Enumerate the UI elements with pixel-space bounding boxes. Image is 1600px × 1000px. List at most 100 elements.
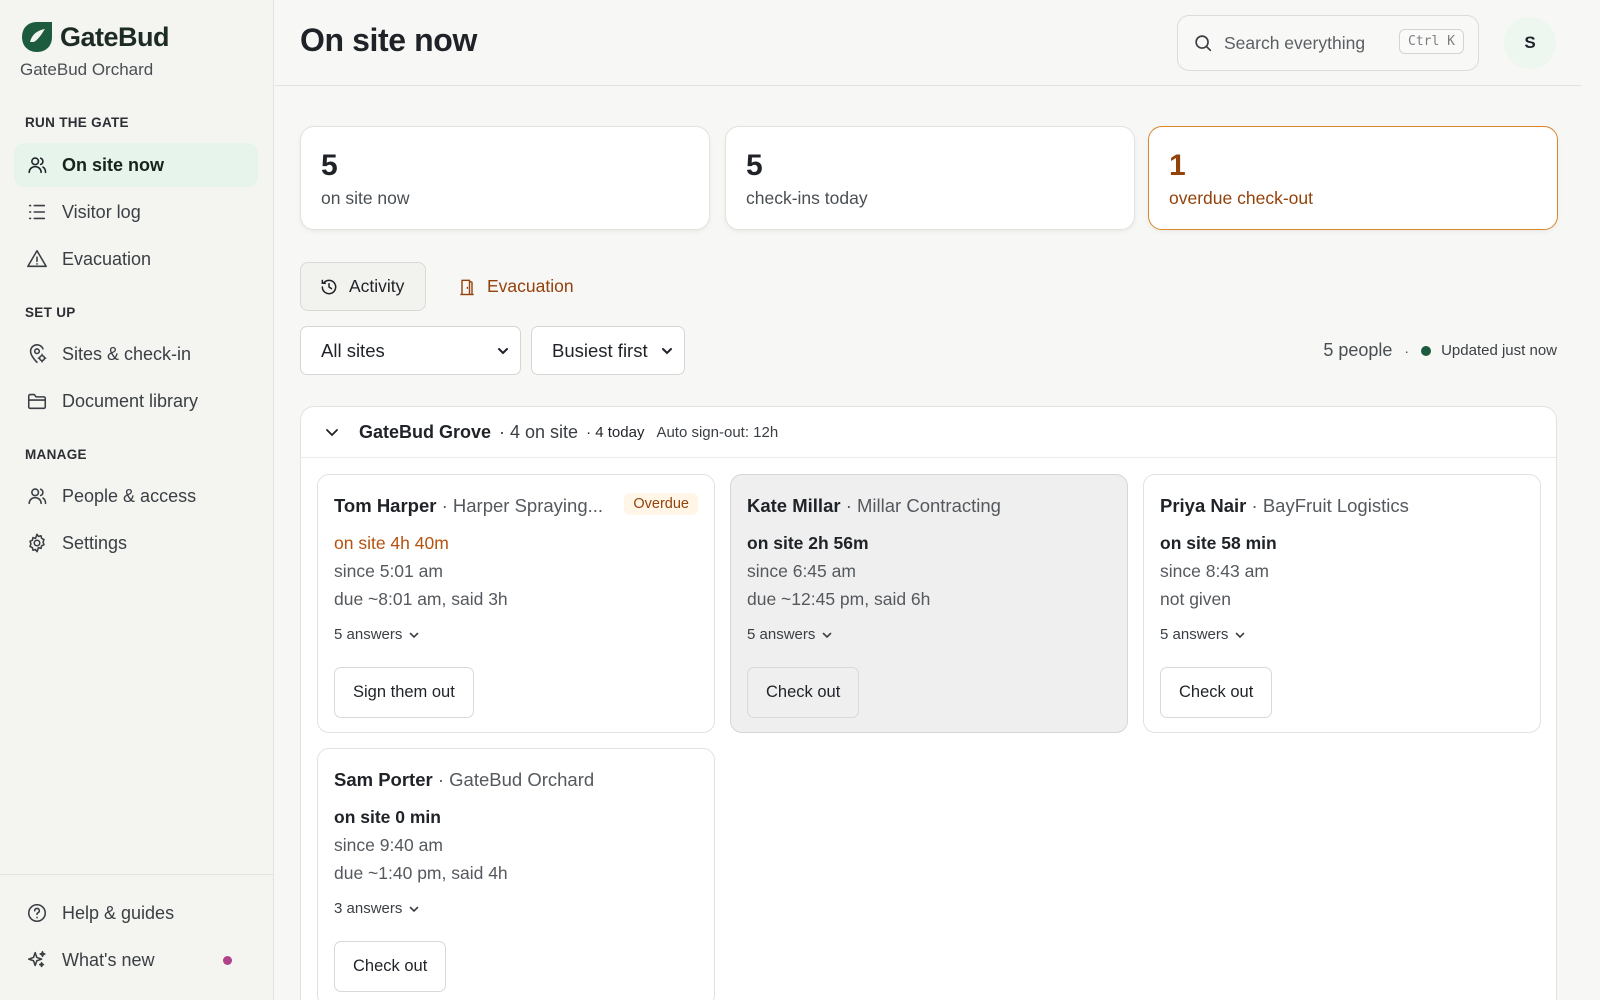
visitor-name: Tom Harper bbox=[334, 495, 437, 516]
page-header: On site now Search everything Ctrl K S bbox=[275, 0, 1581, 86]
sidebar-item-sites-check-in[interactable]: Sites & check-in bbox=[14, 332, 258, 376]
sort-select[interactable]: Busiest first bbox=[531, 326, 685, 375]
stat-card-on-site[interactable]: 5 on site now bbox=[300, 126, 710, 230]
check-out-button[interactable]: Check out bbox=[334, 941, 447, 992]
visitor-card: Sam Porter · GateBud Orchard on site 0 m… bbox=[317, 748, 715, 1000]
sidebar-item-whats-new[interactable]: What's new bbox=[14, 938, 258, 982]
sidebar-footer: Help & guides What's new bbox=[0, 874, 274, 1000]
nav-section-set-up: SET UP bbox=[25, 305, 76, 320]
page-title: On site now bbox=[300, 22, 477, 58]
chevron-down-icon bbox=[410, 906, 419, 912]
visitor-name: Sam Porter bbox=[334, 769, 433, 790]
stat-value: 5 bbox=[746, 149, 763, 182]
site-group-gatebud-grove: GateBud Grove · 4 on site · 4 today Auto… bbox=[300, 406, 1557, 1000]
overdue-badge: Overdue bbox=[624, 493, 698, 515]
location-gear-icon bbox=[29, 344, 47, 364]
visitor-due: due ~1:40 pm, said 4h bbox=[334, 863, 508, 883]
visitor-company: · BayFruit Logistics bbox=[1251, 495, 1409, 516]
tab-activity[interactable]: Activity bbox=[300, 262, 426, 311]
visitor-due: not given bbox=[1160, 589, 1232, 609]
people-icon bbox=[28, 157, 47, 174]
stat-value: 5 bbox=[321, 149, 338, 182]
visitor-title: Sam Porter · GateBud Orchard bbox=[334, 769, 714, 791]
search-input[interactable]: Search everything Ctrl K bbox=[1177, 15, 1479, 71]
site-name: GateBud Grove bbox=[359, 421, 492, 442]
answers-toggle[interactable]: 5 answers bbox=[1160, 626, 1540, 643]
sidebar-item-label: People & access bbox=[62, 485, 197, 506]
sidebar-item-label: Help & guides bbox=[62, 902, 175, 923]
visitor-card: Priya Nair · BayFruit Logistics on site … bbox=[1143, 474, 1541, 733]
stat-value: 1 bbox=[1169, 149, 1186, 182]
stat-card-check-ins[interactable]: 5 check-ins today bbox=[725, 126, 1135, 230]
gear-icon bbox=[29, 533, 45, 553]
exit-door-icon bbox=[460, 279, 474, 295]
visitor-since: since 5:01 am bbox=[334, 561, 443, 581]
stat-card-overdue[interactable]: 1 overdue check-out bbox=[1148, 126, 1558, 230]
answers-toggle[interactable]: 3 answers bbox=[334, 900, 714, 917]
answers-label: 3 answers bbox=[334, 900, 403, 917]
site-filter-value: All sites bbox=[321, 339, 385, 361]
live-status-dot bbox=[1421, 345, 1432, 356]
sidebar-item-people-access[interactable]: People & access bbox=[14, 474, 258, 518]
visitor-since: since 8:43 am bbox=[1160, 561, 1269, 581]
stat-label: overdue check-out bbox=[1169, 188, 1313, 208]
sidebar-item-settings[interactable]: Settings bbox=[14, 521, 258, 565]
check-out-button[interactable]: Check out bbox=[747, 667, 860, 718]
visitor-company: · GateBud Orchard bbox=[437, 769, 595, 790]
check-out-button[interactable]: Check out bbox=[1160, 667, 1273, 718]
gatebud-logo-icon bbox=[22, 22, 52, 52]
avatar[interactable]: S bbox=[1504, 17, 1556, 69]
chevron-down-icon bbox=[410, 632, 419, 638]
visitor-due: due ~8:01 am, said 3h bbox=[334, 589, 508, 609]
answers-toggle[interactable]: 5 answers bbox=[747, 626, 1127, 643]
search-icon bbox=[1195, 35, 1212, 52]
tab-evacuation[interactable]: Evacuation bbox=[457, 262, 574, 311]
tab-label: Evacuation bbox=[487, 276, 574, 296]
tab-label: Activity bbox=[349, 276, 405, 296]
people-count: 5 people bbox=[1323, 340, 1393, 360]
chevron-down-icon[interactable] bbox=[323, 423, 341, 441]
visitor-duration: on site 58 min bbox=[1160, 533, 1277, 553]
visitor-duration: on site 4h 40m bbox=[334, 533, 449, 553]
sidebar-item-label: Settings bbox=[62, 532, 128, 553]
site-filter-select[interactable]: All sites bbox=[300, 326, 521, 375]
answers-toggle[interactable]: 5 answers bbox=[334, 626, 714, 643]
list-icon bbox=[28, 204, 46, 220]
new-indicator-dot bbox=[223, 955, 232, 965]
sidebar-item-label: Document library bbox=[62, 390, 199, 411]
history-icon bbox=[321, 279, 337, 294]
sidebar-item-help-guides[interactable]: Help & guides bbox=[14, 891, 258, 935]
sidebar-item-document-library[interactable]: Document library bbox=[14, 379, 258, 423]
brand[interactable]: GateBud bbox=[20, 20, 170, 54]
sidebar-item-label: What's new bbox=[62, 949, 155, 970]
sidebar-item-visitor-log[interactable]: Visitor log bbox=[14, 190, 258, 234]
visitor-since: since 6:45 am bbox=[747, 561, 856, 581]
chevron-down-icon bbox=[662, 348, 672, 355]
visitor-title: Priya Nair · BayFruit Logistics bbox=[1160, 495, 1540, 517]
search-shortcut-hint: Ctrl K bbox=[1399, 29, 1464, 54]
sidebar: GateBud GateBud Orchard RUN THE GATE On … bbox=[0, 0, 274, 1000]
site-on-site-count: · 4 on site bbox=[499, 421, 579, 442]
visitor-due: due ~12:45 pm, said 6h bbox=[747, 589, 931, 609]
site-today-count: · 4 today bbox=[586, 423, 645, 441]
scrollbar[interactable] bbox=[1581, 0, 1600, 1000]
sign-them-out-button[interactable]: Sign them out bbox=[334, 667, 474, 718]
chevron-down-icon bbox=[498, 348, 508, 355]
sidebar-item-on-site-now[interactable]: On site now bbox=[14, 143, 258, 187]
sparkle-icon bbox=[27, 950, 46, 968]
answers-label: 5 answers bbox=[747, 626, 816, 643]
nav-section-manage: MANAGE bbox=[25, 447, 87, 462]
sidebar-item-evacuation[interactable]: Evacuation bbox=[14, 237, 258, 281]
folder-icon bbox=[27, 393, 47, 410]
sidebar-item-label: Visitor log bbox=[62, 201, 141, 222]
warning-icon bbox=[27, 249, 47, 268]
visitor-since: since 9:40 am bbox=[334, 835, 443, 855]
search-placeholder: Search everything bbox=[1224, 32, 1366, 53]
visitor-name: Priya Nair bbox=[1160, 495, 1247, 516]
auto-signout-info: Auto sign-out: 12h bbox=[656, 423, 779, 441]
visitor-company: · Millar Contracting bbox=[845, 495, 1001, 516]
visitor-duration: on site 2h 56m bbox=[747, 533, 869, 553]
stat-label: check-ins today bbox=[746, 188, 868, 208]
site-group-header[interactable]: GateBud Grove · 4 on site · 4 today Auto… bbox=[301, 407, 1556, 458]
summary-separator: · bbox=[1404, 342, 1410, 359]
